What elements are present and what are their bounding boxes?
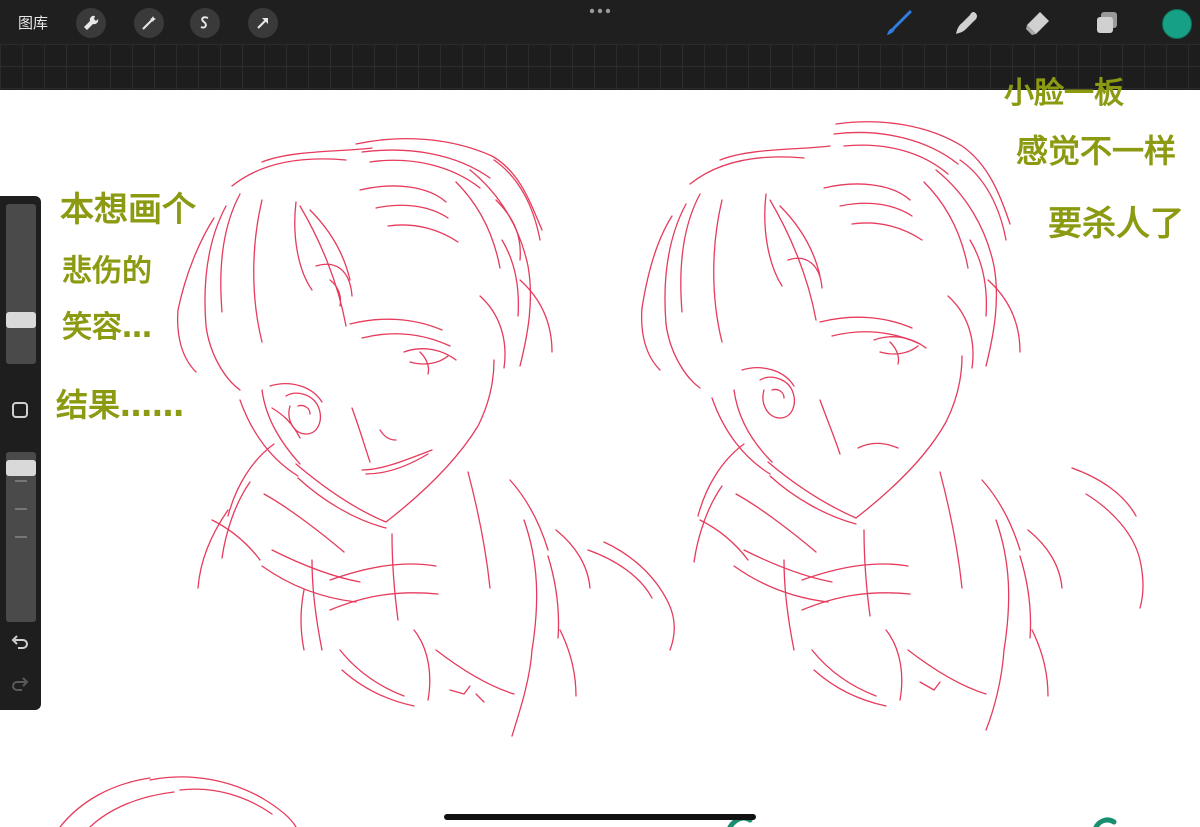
undo-icon[interactable]: [10, 632, 30, 652]
sketch-bottom-partial: [59, 776, 297, 827]
redo-icon[interactable]: [10, 674, 30, 694]
opacity-slider[interactable]: [6, 452, 36, 622]
color-picker-swatch[interactable]: [1162, 9, 1192, 39]
slider-tick: [15, 536, 27, 538]
sketch-left-figure: [176, 138, 675, 737]
home-indicator[interactable]: [444, 814, 756, 820]
eraser-icon[interactable]: [1022, 8, 1052, 38]
wrench-icon[interactable]: [76, 8, 106, 38]
layers-icon[interactable]: [1092, 8, 1122, 38]
opacity-thumb[interactable]: [6, 460, 36, 476]
left-sidebar: [0, 196, 41, 710]
move-arrow-icon[interactable]: [248, 8, 278, 38]
slider-tick: [15, 480, 27, 482]
teal-scribble-mark: [1093, 817, 1117, 827]
modify-square-icon[interactable]: [12, 402, 28, 418]
brush-size-slider[interactable]: [6, 204, 36, 364]
selection-icon[interactable]: [190, 8, 220, 38]
note-left-line2: 悲伤的: [62, 254, 152, 289]
gallery-button[interactable]: 图库: [18, 12, 48, 33]
magic-wand-icon[interactable]: [134, 8, 164, 38]
slider-tick: [15, 508, 27, 510]
note-left-line4: 结果……: [56, 386, 185, 424]
smudge-icon[interactable]: [952, 8, 982, 38]
brush-size-thumb[interactable]: [6, 312, 36, 328]
brush-icon[interactable]: [884, 8, 914, 38]
note-left-line1: 本想画个: [60, 190, 196, 230]
note-right-line3: 要杀人了: [1048, 204, 1184, 244]
note-right-line2: 感觉不一样: [1016, 132, 1177, 170]
note-left-line3: 笑容…: [62, 310, 152, 345]
note-right-line1: 小脸一板: [1004, 76, 1124, 111]
more-options-icon[interactable]: [588, 5, 612, 17]
drawing-canvas[interactable]: 本想画个 悲伤的 笑容… 结果…… 小脸一板 感觉不一样 要杀人了: [0, 76, 1200, 827]
top-toolbar: 图库: [0, 0, 1200, 44]
